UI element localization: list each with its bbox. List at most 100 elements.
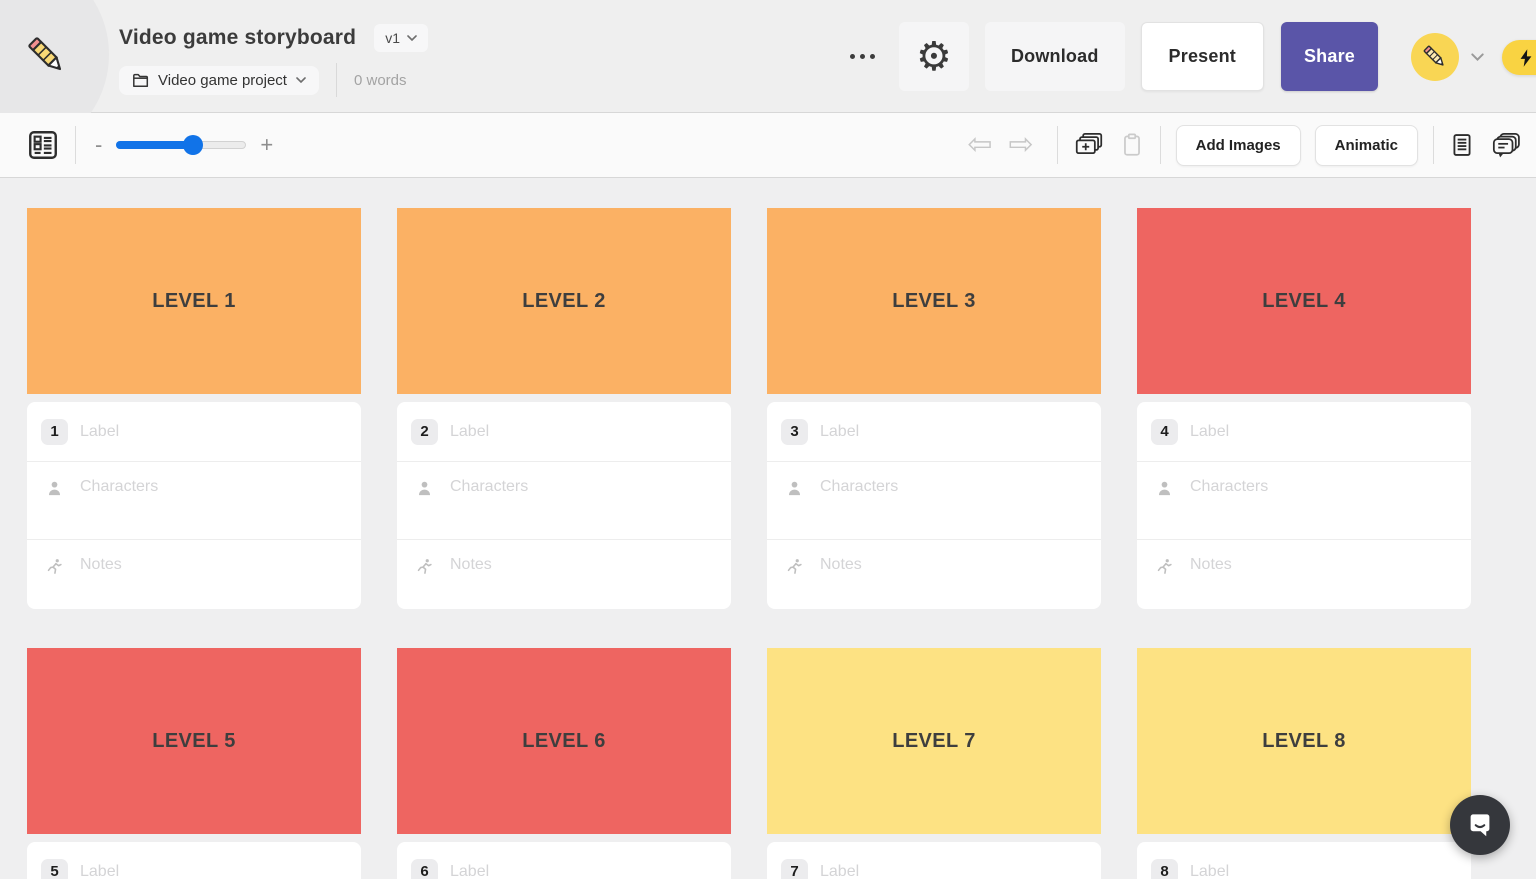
overview-grid-icon[interactable]: [26, 128, 60, 162]
frame-image[interactable]: LEVEL 8: [1137, 648, 1471, 834]
frame-image[interactable]: LEVEL 4: [1137, 208, 1471, 394]
frame-title: LEVEL 3: [892, 290, 976, 313]
paste-clipboard-icon[interactable]: [1119, 131, 1145, 159]
frame-characters-field[interactable]: Characters: [27, 461, 361, 539]
frame-label-field[interactable]: 3 Label: [767, 402, 1101, 461]
label-placeholder: Label: [1190, 863, 1229, 879]
frame-label-field[interactable]: 1 Label: [27, 402, 361, 461]
settings-gear-button[interactable]: ⚙: [899, 22, 969, 91]
document-title[interactable]: Video game storyboard: [119, 26, 356, 50]
frame-number-badge: 7: [781, 859, 808, 879]
label-placeholder: Label: [820, 863, 859, 879]
frame-image[interactable]: LEVEL 2: [397, 208, 731, 394]
notes-placeholder: Notes: [450, 556, 492, 574]
storyboard-frame-card: LEVEL 5 5 Label Characters: [27, 648, 361, 879]
share-button[interactable]: Share: [1281, 22, 1378, 91]
storyboard-frame-card: LEVEL 3 3 Label Characters: [767, 208, 1101, 609]
header-divider: [336, 63, 337, 97]
zoom-slider[interactable]: [116, 135, 246, 155]
version-dropdown[interactable]: v1: [374, 24, 428, 52]
app-header: Video game storyboard v1 Video game proj…: [0, 0, 1536, 113]
frame-image[interactable]: LEVEL 3: [767, 208, 1101, 394]
frame-characters-field[interactable]: Characters: [767, 461, 1101, 539]
frame-notes-field[interactable]: Notes: [767, 539, 1101, 609]
frame-label-field[interactable]: 7 Label: [767, 842, 1101, 879]
folder-icon: [132, 73, 149, 88]
running-person-icon: [781, 558, 808, 575]
frame-image[interactable]: LEVEL 5: [27, 648, 361, 834]
chat-bubble-icon: [1465, 810, 1495, 840]
add-frames-icon[interactable]: [1073, 131, 1105, 159]
frame-details-card: 7 Label Characters: [767, 842, 1101, 879]
download-button[interactable]: Download: [985, 22, 1125, 91]
label-placeholder: Label: [1190, 423, 1229, 441]
app-logo-pencil-icon[interactable]: [24, 33, 70, 79]
header-actions: ⚙ Download Present Share: [842, 22, 1484, 91]
frame-notes-field[interactable]: Notes: [1137, 539, 1471, 609]
chevron-down-icon: [296, 77, 306, 83]
running-person-icon: [41, 558, 68, 575]
frame-label-field[interactable]: 6 Label: [397, 842, 731, 879]
toolbar-divider: [75, 126, 76, 164]
title-area: Video game storyboard v1 Video game proj…: [119, 24, 428, 97]
frame-title: LEVEL 6: [522, 730, 606, 753]
project-name: Video game project: [158, 72, 287, 89]
frame-characters-field[interactable]: Characters: [1137, 461, 1471, 539]
frame-label-field[interactable]: 8 Label: [1137, 842, 1471, 879]
chat-launcher-button[interactable]: [1450, 795, 1510, 855]
label-placeholder: Label: [450, 423, 489, 441]
frame-title: LEVEL 5: [152, 730, 236, 753]
characters-placeholder: Characters: [80, 478, 158, 496]
frame-characters-field[interactable]: Characters: [397, 461, 731, 539]
storyboard-grid: LEVEL 1 1 Label Characters: [0, 178, 1536, 879]
frame-label-field[interactable]: 4 Label: [1137, 402, 1471, 461]
animatic-button[interactable]: Animatic: [1315, 125, 1418, 166]
frame-notes-field[interactable]: Notes: [397, 539, 731, 609]
notes-placeholder: Notes: [820, 556, 862, 574]
frame-label-field[interactable]: 2 Label: [397, 402, 731, 461]
storyboard-frame-card: LEVEL 1 1 Label Characters: [27, 208, 361, 609]
undo-icon[interactable]: ⇦: [959, 130, 1000, 160]
person-icon: [411, 480, 438, 497]
frame-details-card: 1 Label Characters: [27, 402, 361, 609]
characters-placeholder: Characters: [450, 478, 528, 496]
pencil-icon: [1421, 43, 1449, 71]
storyboard-frame-card: LEVEL 2 2 Label Characters: [397, 208, 731, 609]
script-document-icon[interactable]: [1449, 130, 1475, 160]
storyboard-frame-card: LEVEL 7 7 Label Characters: [767, 648, 1101, 879]
account-menu-chevron[interactable]: [1471, 53, 1484, 61]
zoom-in-button[interactable]: +: [256, 132, 277, 158]
frame-title: LEVEL 8: [1262, 730, 1346, 753]
frame-number-badge: 4: [1151, 419, 1178, 445]
frame-image[interactable]: LEVEL 1: [27, 208, 361, 394]
zoom-out-button[interactable]: -: [91, 132, 106, 158]
more-options-button[interactable]: [842, 46, 883, 67]
toolbar-divider: [1057, 126, 1058, 164]
version-label: v1: [385, 30, 400, 46]
storyboard-frame-card: LEVEL 4 4 Label Characters: [1137, 208, 1471, 609]
frame-number-badge: 6: [411, 859, 438, 879]
frame-image[interactable]: LEVEL 7: [767, 648, 1101, 834]
project-dropdown[interactable]: Video game project: [119, 66, 319, 95]
frame-image[interactable]: LEVEL 6: [397, 648, 731, 834]
zoom-slider-thumb[interactable]: [183, 135, 203, 155]
frame-title: LEVEL 7: [892, 730, 976, 753]
storyboard-frame-card: LEVEL 6 6 Label Characters: [397, 648, 731, 879]
comments-stack-icon[interactable]: [1489, 131, 1522, 159]
frame-number-badge: 8: [1151, 859, 1178, 879]
storyboard-frame-card: LEVEL 8 8 Label Characters: [1137, 648, 1471, 879]
redo-icon[interactable]: ⇨: [1000, 130, 1041, 160]
upgrade-button[interactable]: [1502, 40, 1536, 75]
add-images-button[interactable]: Add Images: [1176, 125, 1301, 166]
frame-number-badge: 1: [41, 419, 68, 445]
person-icon: [41, 480, 68, 497]
toolbar-divider: [1160, 126, 1161, 164]
chevron-down-icon: [1471, 53, 1484, 61]
frame-details-card: 2 Label Characters: [397, 402, 731, 609]
frame-title: LEVEL 1: [152, 290, 236, 313]
user-avatar[interactable]: [1411, 33, 1459, 81]
present-button[interactable]: Present: [1141, 22, 1264, 91]
chevron-down-icon: [407, 35, 417, 41]
frame-label-field[interactable]: 5 Label: [27, 842, 361, 879]
frame-notes-field[interactable]: Notes: [27, 539, 361, 609]
